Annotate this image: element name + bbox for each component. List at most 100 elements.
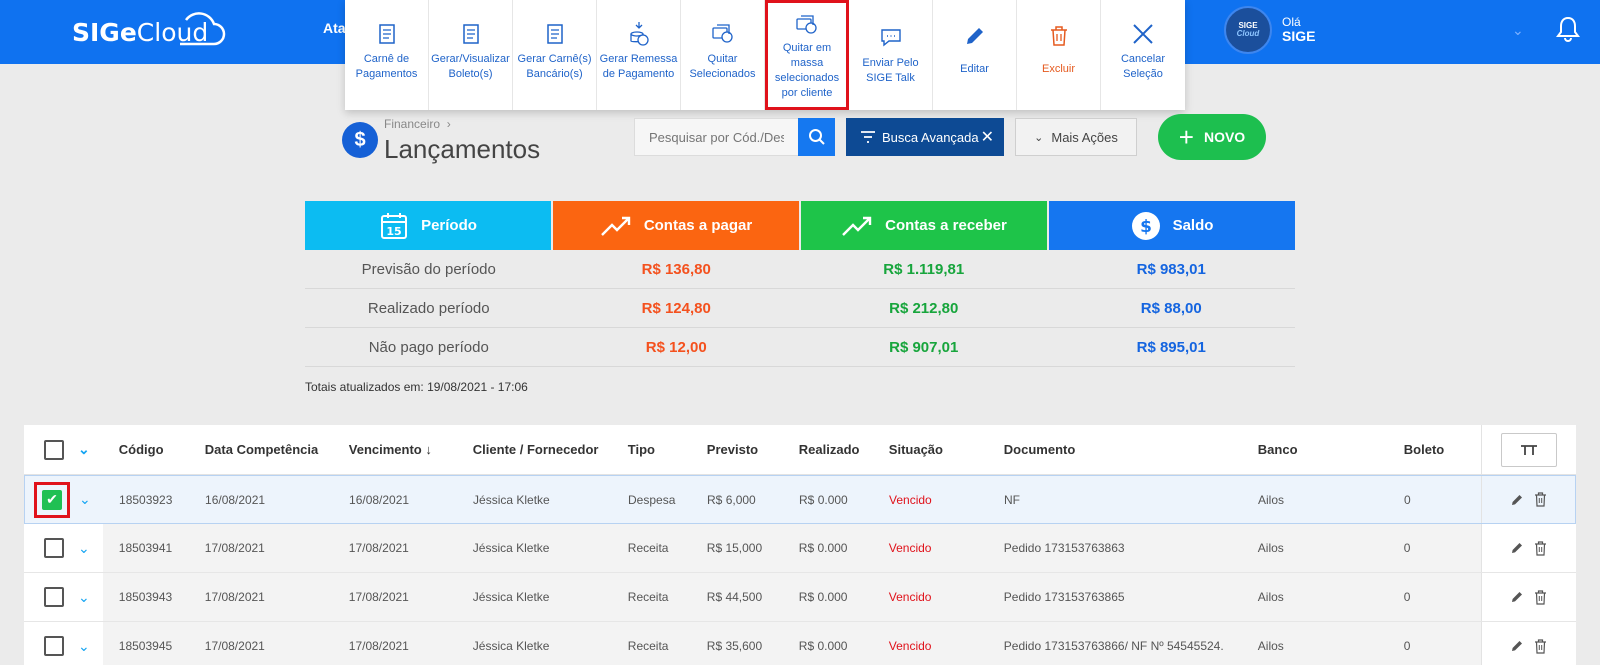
svg-text:15: 15: [386, 225, 401, 238]
trash-icon[interactable]: [1534, 589, 1547, 605]
action-gerar-carne-bancario[interactable]: Gerar Carnê(s) Bancário(s): [513, 0, 597, 110]
table-row[interactable]: ⌄ 18503945 17/08/2021 17/08/2021 Jéssica…: [24, 622, 1576, 665]
row-checkbox[interactable]: [44, 636, 64, 656]
cell-vencimento: 17/08/2021: [348, 541, 409, 555]
cell-tipo: Receita: [627, 590, 669, 604]
search-icon: [808, 129, 825, 145]
chevron-down-icon[interactable]: ⌄: [78, 589, 90, 606]
summary-row-label: Previsão do período: [361, 260, 496, 278]
row-checkbox[interactable]: [44, 587, 64, 607]
trash-icon: [1049, 24, 1069, 48]
summary-header-contas-pagar[interactable]: Contas a pagar: [553, 201, 799, 250]
summary-value-receber: R$ 212,80: [889, 299, 959, 317]
cell-previsto: R$ 6,000: [707, 492, 756, 507]
chevron-down-icon[interactable]: ⌄: [1512, 22, 1524, 39]
advanced-search-button[interactable]: Busca Avançada ✕: [846, 118, 1004, 156]
close-icon[interactable]: ✕: [981, 127, 994, 147]
pencil-icon[interactable]: [1510, 541, 1524, 555]
table-row[interactable]: ✔ ⌄ 18503923 16/08/2021 16/08/2021 Jéssi…: [24, 475, 1576, 524]
row-select-cell: ⌄: [24, 524, 103, 572]
trash-icon[interactable]: [1534, 638, 1547, 654]
summary-row-label: Realizado período: [367, 299, 490, 317]
column-header-tipo[interactable]: Tipo: [628, 442, 707, 457]
chevron-down-icon[interactable]: ⌄: [78, 441, 90, 458]
financial-summary: 15 Período Contas a pagar Contas a receb…: [305, 201, 1295, 367]
new-button-label: NOVO: [1203, 129, 1246, 145]
breadcrumb-item[interactable]: Financeiro: [384, 117, 440, 131]
table-header: ⌄ Código Data Competência Vencimento ↓ C…: [24, 425, 1576, 475]
cell-competencia: 17/08/2021: [204, 541, 265, 555]
action-gerar-remessa[interactable]: Gerar Remessa de Pagamento: [597, 0, 681, 110]
new-button[interactable]: + NOVO: [1158, 114, 1266, 160]
user-name: SIGE: [1282, 27, 1316, 44]
summary-value-pagar: R$ 12,00: [645, 338, 707, 356]
user-menu[interactable]: SIGE Cloud Olá SIGE: [1224, 6, 1315, 54]
summary-row: Previsão do período R$ 136,80 R$ 1.119,8…: [305, 250, 1295, 289]
column-settings-cell: [1480, 425, 1576, 474]
action-gerar-visualizar-boleto[interactable]: Gerar/Visualizar Boleto(s): [429, 0, 513, 110]
trend-up-icon: [842, 216, 872, 236]
breadcrumb[interactable]: Financeiro ›: [384, 117, 451, 131]
action-cancelar-selecao[interactable]: Cancelar Seleção: [1101, 0, 1185, 110]
bell-icon[interactable]: [1556, 16, 1580, 47]
cell-competencia: 16/08/2021: [205, 492, 266, 507]
summary-header-saldo[interactable]: $ Saldo: [1049, 201, 1295, 250]
column-header-realizado[interactable]: Realizado: [799, 442, 889, 457]
column-header-boleto[interactable]: Boleto: [1404, 442, 1481, 457]
cell-codigo: 18503923: [119, 492, 173, 507]
row-checkbox[interactable]: ✔: [42, 489, 62, 510]
action-quitar-em-massa[interactable]: Quitar em massa selecionados por cliente: [765, 0, 849, 110]
summary-header-periodo[interactable]: 15 Período: [305, 201, 551, 250]
action-quitar-selecionados[interactable]: Quitar Selecionados: [681, 0, 765, 110]
cell-realizado: R$ 0.000: [798, 639, 848, 653]
more-actions-button[interactable]: ⌄ Mais Ações: [1015, 118, 1137, 156]
row-select-cell: ✔ ⌄: [25, 476, 104, 523]
cell-boleto: 0: [1403, 590, 1411, 604]
select-all-checkbox[interactable]: [44, 439, 64, 460]
column-header-vencimento[interactable]: Vencimento ↓: [349, 442, 473, 457]
cell-boleto: 0: [1403, 639, 1411, 653]
greeting-text: Olá: [1282, 14, 1301, 29]
totals-updated: Totais atualizados em: 19/08/2021 - 17:0…: [305, 380, 528, 394]
search-button[interactable]: [798, 118, 835, 156]
row-checkbox[interactable]: [44, 538, 64, 558]
search-input[interactable]: [634, 118, 798, 156]
action-carne-pagamentos[interactable]: Carnê de Pagamentos: [345, 0, 429, 110]
sige-cloud-logo[interactable]: SIGe Cloud: [72, 10, 232, 54]
summary-value-saldo: R$ 983,01: [1136, 260, 1206, 278]
cell-documento: NF: [1004, 492, 1021, 507]
column-header-cliente[interactable]: Cliente / Fornecedor: [473, 442, 628, 457]
action-excluir[interactable]: Excluir: [1017, 0, 1101, 110]
column-header-situacao[interactable]: Situação: [889, 442, 1004, 457]
chevron-down-icon[interactable]: ⌄: [78, 540, 90, 557]
nav-item-truncated[interactable]: Ata: [323, 20, 346, 36]
table-row[interactable]: ⌄ 18503941 17/08/2021 17/08/2021 Jéssica…: [24, 524, 1576, 573]
action-label: Gerar Remessa de Pagamento: [599, 53, 678, 80]
column-settings-button[interactable]: [1500, 432, 1557, 467]
table-row[interactable]: ⌄ 18503943 17/08/2021 17/08/2021 Jéssica…: [24, 573, 1576, 622]
pencil-icon[interactable]: [1510, 639, 1524, 653]
summary-value-saldo: R$ 895,01: [1136, 338, 1206, 356]
column-header-previsto[interactable]: Previsto: [707, 442, 799, 457]
action-enviar-sige-talk[interactable]: Enviar Pelo SIGE Talk: [849, 0, 933, 110]
pencil-icon[interactable]: [1510, 590, 1524, 604]
column-header-competencia[interactable]: Data Competência: [205, 442, 349, 457]
action-label: Excluir: [1041, 63, 1075, 75]
column-header-codigo[interactable]: Código: [103, 442, 205, 457]
trend-down-icon: [600, 216, 631, 236]
pencil-icon[interactable]: [1510, 493, 1524, 507]
row-actions: [1480, 524, 1576, 572]
trash-icon[interactable]: [1534, 492, 1547, 507]
chevron-down-icon[interactable]: ⌄: [78, 638, 90, 655]
user-greeting: Olá SIGE: [1282, 14, 1316, 45]
column-header-banco[interactable]: Banco: [1258, 442, 1404, 457]
chevron-down-icon[interactable]: ⌄: [79, 491, 91, 508]
row-actions: [1480, 622, 1576, 665]
summary-header-label: Período: [421, 217, 477, 234]
column-header-documento[interactable]: Documento: [1004, 442, 1258, 457]
summary-header-label: Contas a receber: [885, 217, 1007, 234]
action-editar[interactable]: Editar: [933, 0, 1017, 110]
trash-icon[interactable]: [1534, 540, 1547, 556]
summary-header-contas-receber[interactable]: Contas a receber: [801, 201, 1047, 250]
action-label: Carnê de Pagamentos: [355, 53, 418, 80]
